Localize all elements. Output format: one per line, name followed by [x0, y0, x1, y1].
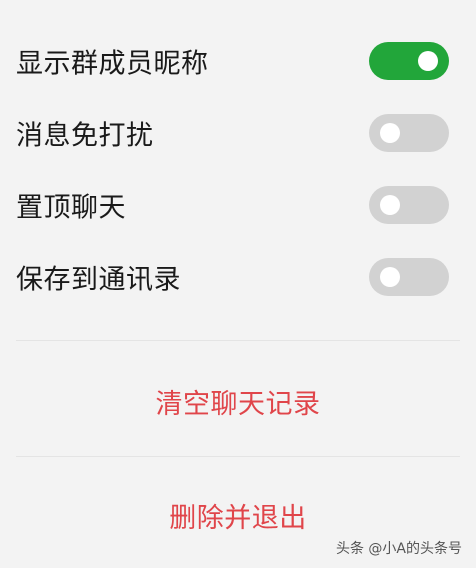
- toggle-do-not-disturb[interactable]: [369, 114, 449, 152]
- toggle-knob: [380, 195, 400, 215]
- toggle-knob: [380, 123, 400, 143]
- setting-label-pin-chat: 置顶聊天: [16, 192, 126, 224]
- toggle-knob: [418, 51, 438, 71]
- toggle-knob: [380, 267, 400, 287]
- setting-label-save-to-contacts: 保存到通讯录: [16, 264, 181, 296]
- setting-label-show-member-nickname: 显示群成员昵称: [16, 48, 209, 80]
- watermark-text: 头条 @小A的头条号: [335, 541, 462, 557]
- setting-label-do-not-disturb: 消息免打扰: [16, 120, 154, 152]
- setting-row-pin-chat: 置顶聊天: [0, 169, 476, 241]
- setting-row-show-member-nickname: 显示群成员昵称: [0, 25, 476, 97]
- toggle-pin-chat[interactable]: [369, 186, 449, 224]
- toggle-show-member-nickname[interactable]: [369, 42, 449, 80]
- section-divider: [16, 340, 460, 341]
- setting-row-do-not-disturb: 消息免打扰: [0, 97, 476, 169]
- setting-row-save-to-contacts: 保存到通讯录: [0, 241, 476, 313]
- clear-chat-history-button[interactable]: 清空聊天记录: [0, 371, 476, 431]
- section-divider: [16, 456, 460, 457]
- group-chat-settings-panel: 显示群成员昵称 消息免打扰 置顶聊天 保存到通讯录 清空聊天记录 删除并退出 头…: [0, 0, 476, 568]
- toggle-save-to-contacts[interactable]: [369, 258, 449, 296]
- delete-and-exit-button[interactable]: 删除并退出: [0, 485, 476, 545]
